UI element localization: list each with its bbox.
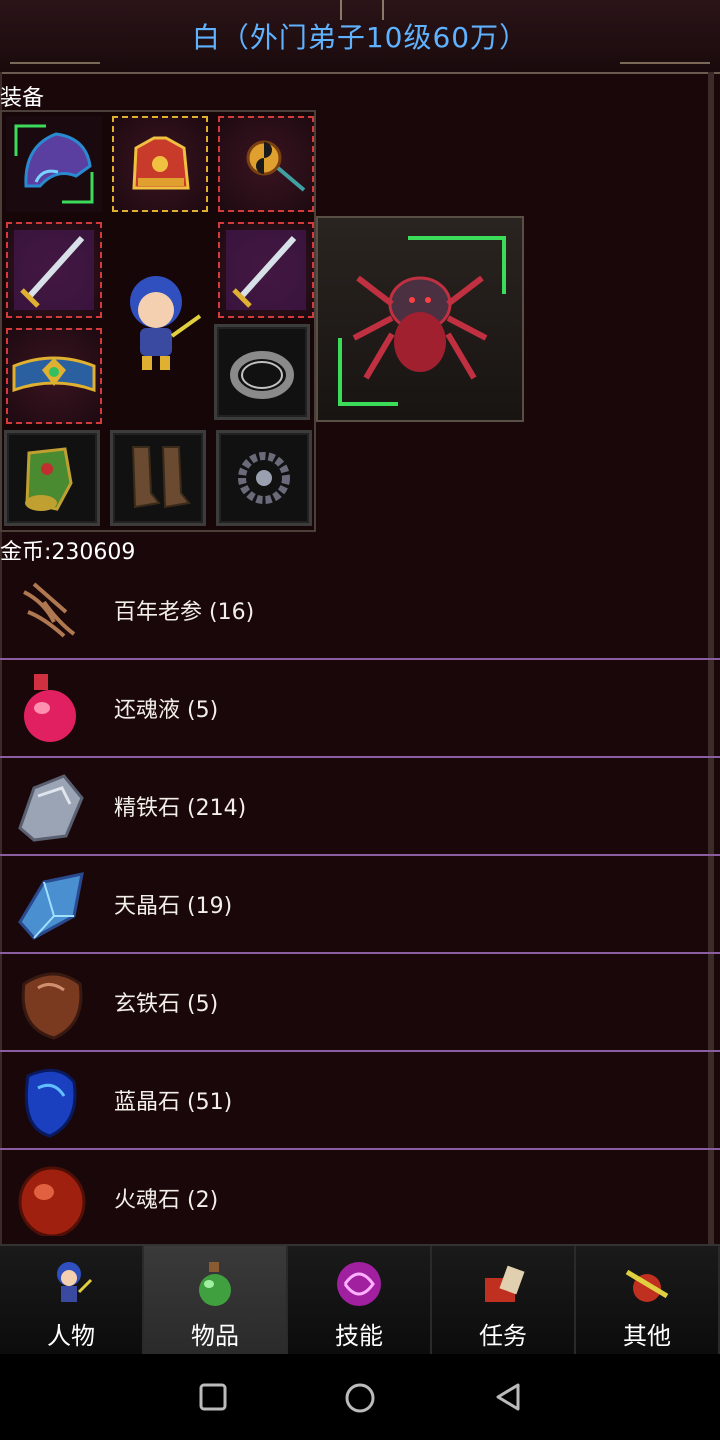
items-icon [199, 1262, 231, 1306]
iron-ore-icon [18, 774, 84, 842]
tab-skills[interactable]: 技能 [288, 1246, 432, 1356]
bottom-nav: 人物 物品 技能 任务 其他 [0, 1244, 720, 1356]
list-item[interactable]: 天晶石 (19) [0, 856, 720, 954]
tab-character[interactable]: 人物 [0, 1246, 144, 1356]
ring-icon [230, 351, 294, 399]
bracer-slot[interactable] [4, 430, 100, 526]
blue-crystal-icon [24, 1068, 77, 1138]
potion-icon [24, 674, 76, 742]
list-item[interactable]: 还魂液 (5) [0, 660, 720, 758]
back-icon[interactable] [494, 1382, 524, 1412]
bracer-icon [25, 447, 73, 511]
equipment-label: 装备 [0, 86, 45, 111]
weapon-right-slot[interactable] [218, 222, 314, 318]
list-item[interactable]: 玄铁石 (5) [0, 954, 720, 1052]
ginseng-icon [23, 582, 76, 638]
list-item[interactable]: 火魂石 (2) [0, 1150, 720, 1246]
amulet-slot[interactable] [218, 116, 314, 212]
character-icon [57, 1262, 93, 1302]
home-icon[interactable] [344, 1382, 376, 1414]
hero-figure-icon [130, 276, 202, 370]
item-label: 玄铁石 (5) [114, 992, 219, 1017]
other-icon [625, 1269, 669, 1302]
tab-quests[interactable]: 任务 [432, 1246, 576, 1356]
item-label: 精铁石 (214) [114, 796, 247, 821]
boots-slot[interactable] [110, 430, 206, 526]
list-item[interactable]: 精铁石 (214) [0, 758, 720, 856]
tab-label: 物品 [191, 1322, 239, 1350]
quests-icon [485, 1265, 525, 1302]
tab-items[interactable]: 物品 [144, 1246, 288, 1356]
boots-icon [131, 446, 191, 509]
sword-icon [14, 230, 94, 310]
tab-other[interactable]: 其他 [576, 1246, 720, 1356]
item-label: 天晶石 (19) [114, 894, 233, 919]
pet-slot[interactable] [316, 216, 524, 422]
item-list: 百年老参 (16) 还魂液 (5) 精铁石 (214) 天晶石 (19) 玄铁石… [0, 562, 720, 1246]
spider-demon-icon [338, 236, 506, 406]
item-label: 火魂石 (2) [114, 1188, 219, 1213]
item-label: 还魂液 (5) [114, 698, 219, 723]
helmet-icon [14, 124, 94, 204]
fire-soul-icon [18, 1166, 86, 1236]
skills-icon [337, 1262, 381, 1306]
list-item[interactable]: 蓝晶石 (51) [0, 1052, 720, 1150]
belt-slot[interactable] [6, 328, 102, 424]
tab-label: 技能 [335, 1322, 383, 1350]
helmet-slot[interactable] [6, 116, 102, 212]
armor-slot[interactable] [112, 116, 208, 212]
necklace-slot[interactable] [216, 430, 312, 526]
amulet-icon [246, 140, 306, 192]
tab-label: 其他 [623, 1322, 671, 1350]
list-item[interactable]: 百年老参 (16) [0, 562, 720, 660]
recent-apps-icon[interactable] [198, 1382, 228, 1412]
item-label: 蓝晶石 (51) [114, 1090, 233, 1115]
sword-icon [226, 230, 306, 310]
character-avatar [112, 252, 208, 382]
weapon-left-slot[interactable] [6, 222, 102, 318]
belt-icon [12, 356, 96, 393]
system-nav-bar [0, 1354, 720, 1440]
dark-iron-icon [21, 972, 83, 1040]
tab-label: 人物 [47, 1322, 95, 1350]
ring-slot[interactable] [214, 324, 310, 420]
item-label: 百年老参 (16) [114, 600, 255, 625]
bead-necklace-icon [238, 452, 290, 504]
title-bar: 白（外门弟子10级60万） [0, 0, 720, 74]
page-title: 白（外门弟子10级60万） [191, 21, 529, 54]
sky-crystal-icon [18, 872, 84, 940]
equipment-grid [0, 110, 316, 532]
tab-label: 任务 [479, 1322, 527, 1350]
armor-icon [132, 136, 190, 190]
